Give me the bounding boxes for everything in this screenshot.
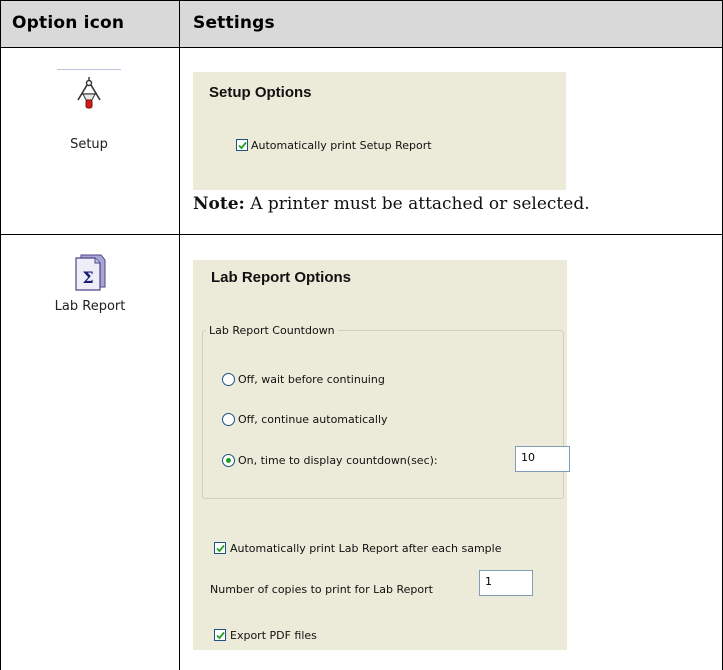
header-settings: Settings <box>193 13 275 33</box>
countdown-seconds-input[interactable]: 10 <box>515 446 570 472</box>
radio-display-countdown[interactable] <box>222 454 235 467</box>
export-pdf-label: Export PDF files <box>230 629 317 642</box>
setup-icon <box>73 76 105 112</box>
radio-continue-automatically[interactable] <box>222 413 235 426</box>
settings-table: Option icon Settings Setup Setup Options <box>0 0 723 670</box>
radio-continue-automatically-label: Off, continue automatically <box>238 413 388 426</box>
header-option-icon: Option icon <box>12 13 125 33</box>
lab-report-icon: Σ <box>73 251 107 291</box>
setup-icon-label: Setup <box>70 137 108 152</box>
copies-input[interactable]: 1 <box>479 570 533 596</box>
copies-label: Number of copies to print for Lab Report <box>210 583 433 596</box>
radio-display-countdown-label: On, time to display countdown(sec): <box>238 454 438 467</box>
check-icon <box>216 631 225 640</box>
lab-report-icon-label: Lab Report <box>54 299 126 314</box>
setup-options-panel: Setup Options Automatically print Setup … <box>193 72 566 190</box>
radio-selected-dot <box>226 458 231 463</box>
svg-text:Σ: Σ <box>82 268 93 287</box>
radio-wait-before-continuing-label: Off, wait before continuing <box>238 373 385 386</box>
row-divider <box>0 234 723 235</box>
lab-report-options-panel: Lab Report Options Lab Report Countdown … <box>193 260 570 650</box>
header-divider <box>0 47 723 48</box>
printer-note: Note: A printer must be attached or sele… <box>193 194 590 214</box>
check-icon <box>238 141 247 150</box>
table-border-top <box>0 0 723 1</box>
print-setup-report-checkbox[interactable] <box>236 139 248 151</box>
export-pdf-checkbox[interactable] <box>214 629 226 641</box>
print-after-sample-label: Automatically print Lab Report after eac… <box>230 542 502 555</box>
radio-wait-before-continuing[interactable] <box>222 373 235 386</box>
note-label: Note: <box>193 194 245 214</box>
print-setup-report-label: Automatically print Setup Report <box>251 139 432 152</box>
lab-report-options-title: Lab Report Options <box>211 269 351 286</box>
print-after-sample-checkbox[interactable] <box>214 542 226 554</box>
table-border-left <box>0 0 1 670</box>
column-divider <box>179 0 180 670</box>
note-text: A printer must be attached or selected. <box>250 194 590 214</box>
countdown-group-title: Lab Report Countdown <box>206 324 338 337</box>
icon-separator <box>57 69 121 70</box>
setup-options-title: Setup Options <box>209 84 312 101</box>
check-icon <box>216 544 225 553</box>
